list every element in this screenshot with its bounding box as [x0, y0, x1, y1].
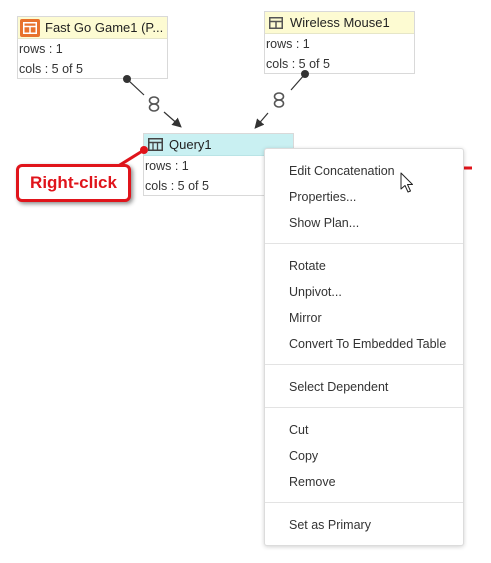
node-title: Fast Go Game1 (P...: [45, 20, 164, 35]
table-grid-icon: [267, 16, 285, 29]
query-grid-icon: [146, 138, 164, 151]
menu-separator: [265, 502, 463, 503]
menu-item-remove[interactable]: Remove: [289, 474, 336, 490]
menu-item-mirror[interactable]: Mirror: [289, 310, 322, 326]
node-fast-go-game[interactable]: Fast Go Game1 (P... rows : 1 cols : 5 of…: [17, 16, 168, 79]
context-menu: Edit Concatenation Properties... Show Pl…: [264, 148, 464, 546]
menu-separator: [265, 407, 463, 408]
link-icon: [273, 92, 285, 108]
menu-item-show-plan[interactable]: Show Plan...: [289, 215, 359, 231]
node-wireless-mouse[interactable]: Wireless Mouse1 rows : 1 cols : 5 of 5: [264, 11, 415, 74]
menu-separator: [265, 243, 463, 244]
node-cols: cols : 5 of 5: [19, 62, 83, 76]
menu-item-edit-concatenation[interactable]: Edit Concatenation: [289, 163, 395, 179]
right-click-callout: Right-click: [16, 164, 131, 202]
callout-label: Right-click: [30, 173, 117, 192]
menu-separator: [265, 364, 463, 365]
node-wireless-mouse-header[interactable]: Wireless Mouse1: [265, 12, 414, 34]
menu-item-cut[interactable]: Cut: [289, 422, 308, 438]
connector-fast-go-to-query: [123, 75, 182, 128]
menu-item-select-dependent[interactable]: Select Dependent: [289, 379, 388, 395]
node-fast-go-game-header[interactable]: Fast Go Game1 (P...: [18, 17, 167, 39]
menu-item-rotate[interactable]: Rotate: [289, 258, 326, 274]
node-cols: cols : 5 of 5: [266, 57, 330, 71]
node-rows: rows : 1: [19, 42, 63, 56]
menu-item-properties[interactable]: Properties...: [289, 189, 356, 205]
menu-item-set-as-primary[interactable]: Set as Primary: [289, 517, 371, 533]
menu-item-copy[interactable]: Copy: [289, 448, 318, 464]
link-icon: [148, 96, 160, 112]
menu-item-unpivot[interactable]: Unpivot...: [289, 284, 342, 300]
menu-item-convert-to-embedded-table[interactable]: Convert To Embedded Table: [289, 336, 446, 352]
node-rows: rows : 1: [266, 37, 310, 51]
table-orange-icon: [20, 18, 40, 37]
connector-wireless-to-query: [254, 70, 309, 129]
node-title: Query1: [169, 137, 212, 152]
node-title: Wireless Mouse1: [290, 15, 390, 30]
